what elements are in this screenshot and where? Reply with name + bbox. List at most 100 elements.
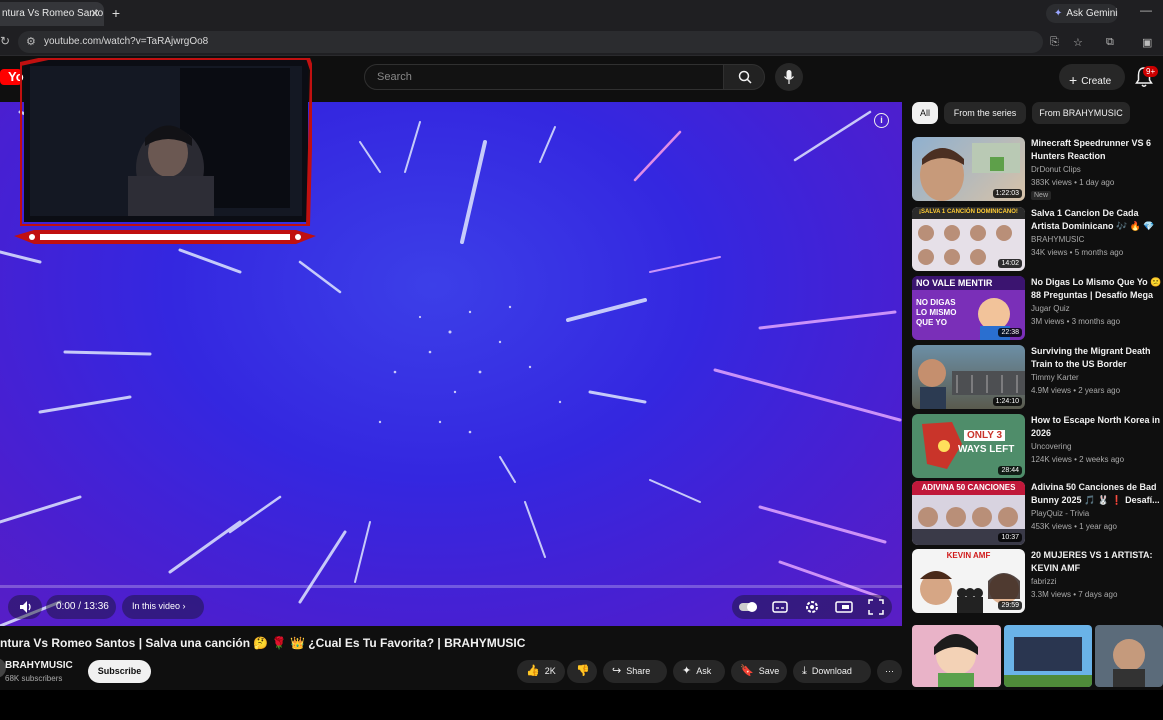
video-duration: 28:44	[998, 466, 1022, 475]
video-title[interactable]: Surviving the Migrant Death Train to the…	[1031, 345, 1163, 371]
create-label: Create	[1081, 76, 1112, 87]
speaker-icon	[20, 601, 31, 613]
channel-name[interactable]: BRAHYMUSIC	[1031, 235, 1084, 244]
recommendation-item[interactable]: ONLY 3 WAYS LEFT 28:44 How to Escape Nor…	[912, 414, 1163, 478]
channel-name[interactable]: Timmy Karter	[1031, 373, 1079, 382]
channel-name[interactable]: Jugar Quiz	[1031, 304, 1070, 313]
progress-bar[interactable]	[0, 585, 902, 588]
recommendation-item[interactable]: KEVIN AMF 29:59 20 MUJERES VS 1 ARTISTA:…	[912, 549, 1163, 613]
theater-mode-icon[interactable]	[835, 598, 855, 616]
video-meta: 3.3M views • 7 days ago	[1031, 590, 1118, 599]
settings-gear-icon[interactable]	[803, 598, 823, 616]
channel-name[interactable]: fabrizzi	[1031, 577, 1056, 586]
ask-button[interactable]: ✦ Ask	[673, 660, 725, 683]
close-icon[interactable]: ✕	[88, 7, 102, 21]
address-bar[interactable]: ⚙ youtube.com/watch?v=TaRAjwrgOo8	[18, 31, 1043, 53]
thumbnail-banner: ¡SALVA 1 CANCIÓN DOMINICANO!	[919, 209, 1018, 215]
recommendation-item[interactable]: ¡SALVA 1 CANCIÓN DOMINICANO! 14:02 Salva…	[912, 207, 1163, 271]
video-meta: 383K views • 1 day ago	[1031, 178, 1115, 187]
search-input[interactable]: Search	[364, 64, 724, 90]
bookmark-star-icon[interactable]: ☆	[1073, 36, 1083, 49]
video-thumbnail[interactable]: ADIVINA 50 CANCIONES 10:37	[912, 481, 1025, 545]
side-panel-icon[interactable]: ▣	[1142, 36, 1152, 49]
short-thumbnail[interactable]	[912, 625, 1001, 687]
volume-icon[interactable]	[20, 601, 34, 613]
search-button[interactable]	[723, 64, 765, 90]
browser-tabbar: ntura Vs Romeo Santo ✕ + ✦ Ask Gemini —	[0, 0, 1163, 28]
create-button[interactable]: + Create	[1059, 64, 1125, 90]
install-icon[interactable]: ⎘	[1050, 36, 1059, 49]
video-title[interactable]: How to Escape North Korea in 2026	[1031, 414, 1163, 440]
dislike-button[interactable]: 👎	[567, 660, 597, 683]
bottom-bar	[0, 690, 1163, 720]
short-thumbnail[interactable]	[1095, 625, 1163, 687]
video-meta: 453K views • 1 year ago	[1031, 522, 1117, 531]
gemini-label: Ask Gemini	[1066, 8, 1118, 19]
video-duration: 1:22:03	[992, 189, 1022, 198]
video-meta: 4.9M views • 2 years ago	[1031, 386, 1121, 395]
video-thumbnail[interactable]: NO VALE MENTIR NO DIGAS LO MISMO QUE YO …	[912, 276, 1025, 340]
channel-name[interactable]: PlayQuiz - Trivia	[1031, 509, 1089, 518]
ask-gemini-button[interactable]: ✦ Ask Gemini	[1046, 4, 1118, 23]
subscribe-button[interactable]: Subscribe	[88, 660, 151, 683]
minimize-icon[interactable]: —	[1140, 3, 1152, 17]
video-title[interactable]: Minecraft Speedrunner VS 6 Hunters React…	[1031, 137, 1163, 163]
webcam-overlay	[20, 58, 312, 226]
time-display: 0:00 / 13:36	[56, 601, 109, 612]
recommendation-item[interactable]: 1:24:10 Surviving the Migrant Death Trai…	[912, 345, 1163, 409]
autoplay-toggle-icon[interactable]	[738, 598, 758, 616]
thumbnail-caption: WAYS LEFT	[958, 444, 1015, 455]
browser-tab[interactable]: ntura Vs Romeo Santo ✕	[0, 2, 104, 26]
chip-from-brahymusic[interactable]: From BRAHYMUSIC	[1032, 102, 1130, 124]
sparkle-icon: ✦	[682, 665, 692, 677]
voice-search-button[interactable]	[775, 63, 803, 91]
recommendation-item[interactable]: NO VALE MENTIR NO DIGAS LO MISMO QUE YO …	[912, 276, 1163, 340]
download-button[interactable]: ⤓ Download	[793, 660, 871, 683]
share-button[interactable]: ↪ Share	[603, 660, 667, 683]
video-duration: 10:37	[998, 533, 1022, 542]
reload-icon[interactable]: ↻	[0, 34, 10, 48]
channel-name[interactable]: DrDonut Clips	[1031, 165, 1081, 174]
ask-label: Ask	[696, 666, 712, 676]
address-bar-row: ↻ ⚙ youtube.com/watch?v=TaRAjwrgOo8 ⎘ ☆ …	[0, 28, 1163, 56]
video-thumbnail[interactable]: 1:24:10	[912, 345, 1025, 409]
chip-all[interactable]: All	[912, 102, 938, 124]
video-thumbnail[interactable]: ONLY 3 WAYS LEFT 28:44	[912, 414, 1025, 478]
video-thumbnail[interactable]: KEVIN AMF 29:59	[912, 549, 1025, 613]
in-this-video-label[interactable]: In this video ›	[132, 601, 186, 611]
save-button[interactable]: 🔖 Save	[731, 660, 787, 683]
video-title[interactable]: Adivina 50 Canciones de Bad Bunny 2025 🎵…	[1031, 481, 1163, 507]
site-info-icon[interactable]: ⚙	[26, 35, 36, 48]
video-duration: 29:59	[998, 601, 1022, 610]
bookmark-icon: 🔖	[740, 665, 754, 677]
extensions-icon[interactable]: ⧉	[1106, 36, 1114, 49]
channel-name[interactable]: BRAHYMUSIC	[5, 660, 73, 671]
video-title[interactable]: No Digas Lo Mismo Que Yo 😕 88 Preguntas …	[1031, 276, 1163, 303]
thumbs-down-icon: 👎	[576, 665, 590, 677]
video-duration: 1:24:10	[992, 397, 1022, 406]
short-art	[934, 634, 978, 687]
thumbs-up-icon: 👍	[526, 665, 540, 677]
more-actions-button[interactable]: ⋯	[877, 660, 902, 683]
fullscreen-icon[interactable]	[867, 598, 887, 616]
recommendation-item[interactable]: 1:22:03 Minecraft Speedrunner VS 6 Hunte…	[912, 137, 1163, 201]
recommendation-item[interactable]: ADIVINA 50 CANCIONES 10:37 Adivina 50 Ca…	[912, 481, 1163, 545]
thumbnail-banner: NO VALE MENTIR	[916, 278, 993, 288]
video-title[interactable]: Salva 1 Cancion De Cada Artista Dominica…	[1031, 207, 1163, 234]
like-button[interactable]: 👍 2K	[517, 660, 565, 683]
video-meta: 124K views • 2 weeks ago	[1031, 455, 1125, 464]
new-tab-button[interactable]: +	[109, 5, 123, 21]
video-thumbnail[interactable]: ¡SALVA 1 CANCIÓN DOMINICANO! 14:02	[912, 207, 1025, 271]
channel-name[interactable]: Uncovering	[1031, 442, 1071, 451]
chevron-right-icon: ›	[182, 601, 186, 611]
like-count: 2K	[544, 666, 556, 676]
chip-from-the-series[interactable]: From the series	[944, 102, 1026, 124]
short-thumbnail[interactable]	[1004, 625, 1092, 687]
url-text[interactable]: youtube.com/watch?v=TaRAjwrgOo8	[44, 36, 208, 47]
subscriber-count: 68K subscribers	[5, 674, 63, 683]
video-title[interactable]: 20 MUJERES VS 1 ARTISTA: KEVIN AMF	[1031, 549, 1163, 575]
video-thumbnail[interactable]: 1:22:03	[912, 137, 1025, 201]
webcam-frame-bar	[14, 230, 316, 244]
info-icon[interactable]: i	[874, 113, 889, 128]
subtitles-icon[interactable]	[771, 598, 791, 616]
